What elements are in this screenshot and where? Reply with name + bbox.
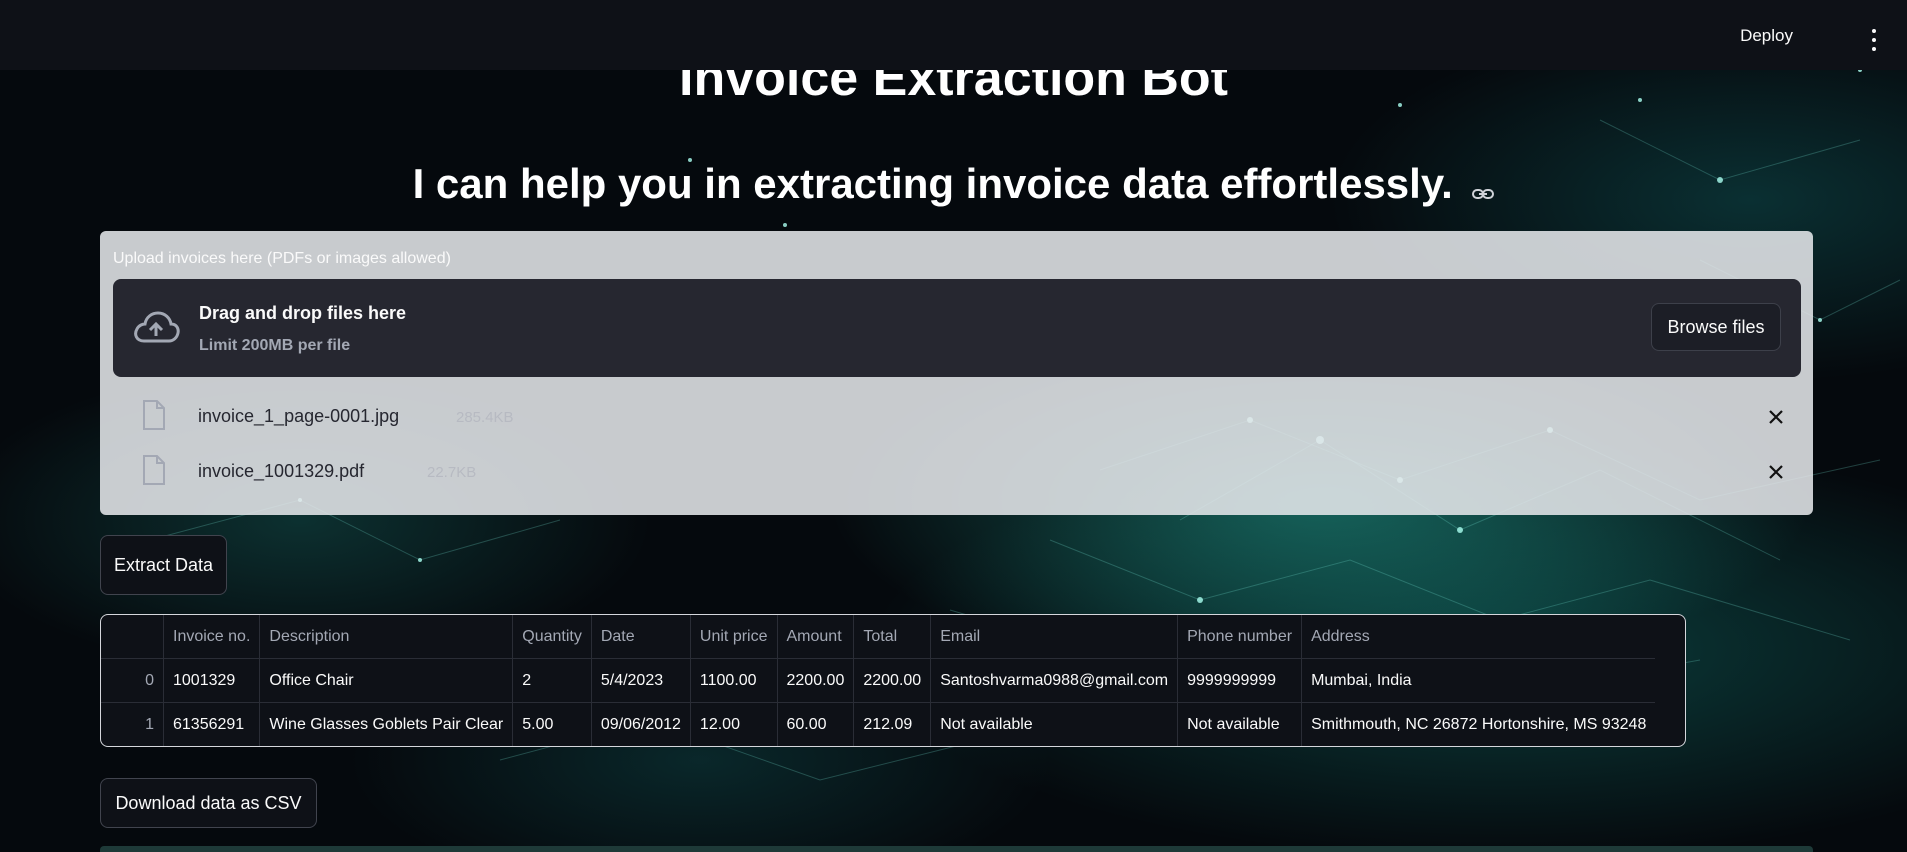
table-cell[interactable]: 12.00 <box>690 702 778 746</box>
table-header-row: Invoice no. Description Quantity Date Un… <box>101 615 1656 659</box>
table-cell[interactable]: 9999999999 <box>1177 658 1303 703</box>
table-cell[interactable]: 5/4/2023 <box>591 658 691 703</box>
download-csv-button[interactable]: Download data as CSV <box>100 778 317 828</box>
cloud-upload-icon <box>134 311 180 343</box>
table-cell[interactable]: Office Chair <box>259 658 514 703</box>
browse-files-button[interactable]: Browse files <box>1651 303 1781 351</box>
page-subtitle: I can help you in extracting invoice dat… <box>0 160 1907 211</box>
uploader-label: Upload invoices here (PDFs or images all… <box>113 250 451 267</box>
table-cell[interactable]: 60.00 <box>777 702 855 746</box>
table-cell[interactable]: Santoshvarma0988@gmail.com <box>930 658 1179 703</box>
column-header[interactable]: Quantity <box>512 615 592 659</box>
top-toolbar: Deploy <box>0 0 1907 70</box>
table-cell[interactable]: 2200.00 <box>853 658 932 703</box>
subtitle-text: I can help you in extracting invoice dat… <box>412 160 1453 207</box>
table-row[interactable]: 0 1001329 Office Chair 2 5/4/2023 1100.0… <box>101 658 1656 703</box>
table-cell[interactable]: 5.00 <box>512 702 592 746</box>
uploaded-file-item: invoice_1001329.pdf 22.7KB <box>140 452 1790 492</box>
deploy-button[interactable]: Deploy <box>1740 26 1793 46</box>
extracted-data-table[interactable]: Invoice no. Description Quantity Date Un… <box>100 614 1686 747</box>
link-icon[interactable] <box>1472 163 1495 211</box>
file-size: 22.7KB <box>427 464 477 481</box>
table-cell[interactable]: Wine Glasses Goblets Pair Clear <box>259 702 514 746</box>
table-cell[interactable]: Smithmouth, NC 26872 Hortonshire, MS 932… <box>1302 703 1656 747</box>
close-icon[interactable] <box>1762 458 1790 486</box>
table-cell[interactable]: 212.09 <box>853 702 932 746</box>
table-row[interactable]: 1 61356291 Wine Glasses Goblets Pair Cle… <box>101 702 1656 747</box>
next-section-edge <box>100 846 1813 852</box>
table-cell[interactable]: 09/06/2012 <box>591 702 691 746</box>
file-name: invoice_1_page-0001.jpg <box>198 406 400 426</box>
column-header[interactable]: Unit price <box>690 615 778 659</box>
file-uploader: Upload invoices here (PDFs or images all… <box>100 231 1813 515</box>
table-cell[interactable]: 0 <box>101 658 164 703</box>
table-cell[interactable]: 1100.00 <box>690 658 778 703</box>
column-header[interactable]: Phone number <box>1177 615 1303 659</box>
table-cell[interactable]: Not available <box>1177 702 1303 746</box>
column-header[interactable]: Amount <box>777 615 855 659</box>
kebab-menu-icon[interactable] <box>1871 29 1877 51</box>
table-cell[interactable]: Not available <box>930 702 1179 746</box>
column-header[interactable]: Address <box>1301 615 1656 659</box>
file-dropzone[interactable]: Drag and drop files here Limit 200MB per… <box>113 279 1801 377</box>
dropzone-limit: Limit 200MB per file <box>199 337 351 354</box>
uploaded-file-item: invoice_1_page-0001.jpg 285.4KB <box>140 397 1790 437</box>
file-icon <box>143 400 165 430</box>
table-cell[interactable]: 2200.00 <box>777 658 855 703</box>
dropzone-title: Drag and drop files here <box>199 303 407 323</box>
table-cell[interactable]: 2 <box>512 658 592 703</box>
file-icon <box>143 455 165 485</box>
column-header[interactable]: Invoice no. <box>163 615 261 659</box>
table-cell[interactable]: 61356291 <box>163 702 261 746</box>
table-cell[interactable]: Mumbai, India <box>1301 658 1656 703</box>
column-header[interactable]: Description <box>259 615 514 659</box>
file-size: 285.4KB <box>456 409 514 426</box>
extract-data-button[interactable]: Extract Data <box>100 535 227 595</box>
column-header[interactable]: Email <box>930 615 1179 659</box>
column-header[interactable]: Total <box>853 615 932 659</box>
close-icon[interactable] <box>1762 403 1790 431</box>
file-name: invoice_1001329.pdf <box>198 461 365 481</box>
column-header[interactable]: Date <box>591 615 691 659</box>
table-cell[interactable]: 1001329 <box>163 658 261 703</box>
table-cell[interactable]: 1 <box>101 702 164 746</box>
column-header-index[interactable] <box>101 615 164 659</box>
